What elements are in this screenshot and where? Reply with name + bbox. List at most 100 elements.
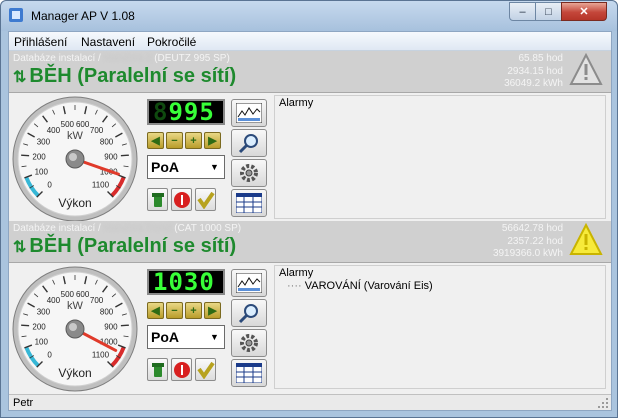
gauge-tick-label: 300: [37, 308, 51, 317]
maximize-button[interactable]: □: [535, 2, 562, 21]
gauge-tick-label: 0: [47, 350, 52, 359]
power-display: 1030: [147, 269, 225, 295]
unit-1-header: Databáze instalací / Mandora 1 (DEUTZ 99…: [9, 51, 611, 93]
gauge-tick: [21, 154, 30, 157]
settings-button[interactable]: [231, 329, 267, 357]
zoom-button[interactable]: [231, 299, 267, 327]
step-first-button[interactable]: ◀: [147, 302, 164, 319]
step-last-button[interactable]: ▶: [204, 302, 221, 319]
stat-hours-total: 2934.15 hod: [507, 65, 563, 77]
alarms-panel: Alarmy: [274, 95, 606, 219]
gear-icon: [240, 164, 258, 182]
menu-advanced[interactable]: Pokročilé: [147, 35, 196, 49]
lcd-dim-digit: 8: [153, 98, 169, 126]
stop-icon: [173, 191, 190, 208]
status-text: BĚH (Paralelní se sítí): [29, 65, 237, 87]
db-prefix: Databáze instalací /: [13, 223, 101, 234]
gauge-tick-label: 900: [104, 152, 118, 161]
db-name: Mandora Trend: [103, 223, 172, 234]
chart-button[interactable]: [231, 99, 267, 127]
stat-hours: 56642.78 hod: [501, 223, 563, 234]
magnifier-icon: [238, 304, 258, 324]
gauge-tick-label: 200: [32, 322, 46, 331]
step-minus-button[interactable]: −: [166, 132, 183, 149]
step-last-button[interactable]: ▶: [204, 132, 221, 149]
mode-select[interactable]: PoA ▼: [147, 325, 225, 349]
power-gauge: 010020030040050060070080090010001100kWVý…: [12, 266, 138, 392]
gauge-tick-label: 700: [90, 296, 104, 305]
stop-button[interactable]: [171, 188, 192, 211]
gauge-tick-label: 800: [100, 308, 114, 317]
chart-icon: [236, 103, 262, 123]
step-plus-button[interactable]: +: [185, 132, 202, 149]
step-plus-button[interactable]: +: [185, 302, 202, 319]
app-icon: [9, 8, 23, 22]
gauge-tick: [120, 324, 129, 327]
power-gauge: 010020030040050060070080090010001100kWVý…: [12, 96, 138, 222]
current-user: Petr: [13, 397, 34, 409]
step-first-button[interactable]: ◀: [147, 132, 164, 149]
app-window: Manager AP V 1.08 – □ ✕ Přihlášení Nasta…: [0, 0, 618, 418]
gauge-tick-label: 600: [76, 120, 90, 129]
table-button[interactable]: [231, 359, 267, 387]
confirm-button[interactable]: [195, 188, 216, 211]
gauge-tick-label: 700: [90, 126, 104, 135]
start-button[interactable]: [147, 358, 168, 381]
zoom-button[interactable]: [231, 129, 267, 157]
status-text: BĚH (Paralelní se sítí): [29, 235, 237, 257]
confirm-button[interactable]: [195, 358, 216, 381]
stat-hours-total: 2357.22 hod: [507, 235, 563, 247]
menu-bar: Přihlášení Nastavení Pokročilé: [9, 32, 611, 51]
chevron-down-icon: ▼: [210, 162, 219, 172]
unit-2-stats: 56642.78 hod 2357.22 hod 3919366.0 kWh: [493, 223, 563, 261]
gauge-tick-label: 800: [100, 138, 114, 147]
table-icon: [236, 363, 262, 383]
gauge-tick-label: 100: [35, 338, 49, 347]
settings-button[interactable]: [231, 159, 267, 187]
alarm-item[interactable]: ···· VAROVÁNÍ (Varování Eis): [287, 280, 433, 292]
chart-button[interactable]: [231, 269, 267, 297]
gauge-tick: [21, 324, 30, 327]
step-minus-button[interactable]: −: [166, 302, 183, 319]
menu-login[interactable]: Přihlášení: [14, 35, 67, 49]
gauge-label: Výkon: [58, 366, 91, 380]
unit-model: (CAT 1000 SP): [174, 223, 242, 234]
title-bar[interactable]: Manager AP V 1.08 – □ ✕: [1, 1, 617, 31]
status-arrows-icon: ⇅: [13, 238, 27, 256]
start-icon: [151, 362, 164, 377]
stop-button[interactable]: [171, 358, 192, 381]
unit-1-status: ⇅ BĚH (Paralelní se sítí): [13, 65, 236, 88]
lcd-value: 1030: [153, 268, 215, 296]
client-area: Přihlášení Nastavení Pokročilé Databáze …: [8, 31, 612, 411]
chart-icon: [236, 273, 262, 293]
menu-settings[interactable]: Nastavení: [81, 35, 135, 49]
gauge-unit: kW: [67, 130, 84, 142]
start-button[interactable]: [147, 188, 168, 211]
minimize-button[interactable]: –: [509, 2, 536, 21]
gauge-tick-label: 500: [61, 120, 75, 129]
alarms-label: Alarmy: [279, 267, 314, 279]
lcd-value: 995: [168, 98, 215, 126]
resize-grip-icon[interactable]: [597, 397, 609, 409]
table-button[interactable]: [231, 189, 267, 217]
gauge-tick-label: 400: [47, 296, 61, 305]
warning-icon: [569, 53, 603, 85]
db-prefix: Databáze instalací /: [13, 53, 101, 64]
unit-1-db-label: Databáze instalací / Mandora 1 (DEUTZ 99…: [13, 53, 230, 64]
db-name: Mandora 1: [103, 53, 152, 64]
gauge-tick-label: 600: [76, 290, 90, 299]
status-bar: Petr: [9, 394, 611, 410]
unit-2-status: ⇅ BĚH (Paralelní se sítí): [13, 235, 236, 258]
gauge-tick-label: 1100: [92, 180, 110, 189]
stat-hours: 65.85 hod: [518, 53, 564, 64]
stop-icon: [173, 361, 190, 378]
mode-select[interactable]: PoA ▼: [147, 155, 225, 179]
start-icon: [151, 192, 164, 207]
gauge-hub-highlight: [69, 323, 77, 331]
gauge-tick-label: 100: [35, 168, 49, 177]
unit-2-header: Databáze instalací / Mandora Trend (CAT …: [9, 221, 611, 263]
gauge-label: Výkon: [58, 196, 91, 210]
gauge-tick-label: 1100: [92, 350, 110, 359]
close-button[interactable]: ✕: [561, 2, 607, 21]
gauge-tick-label: 0: [47, 180, 52, 189]
